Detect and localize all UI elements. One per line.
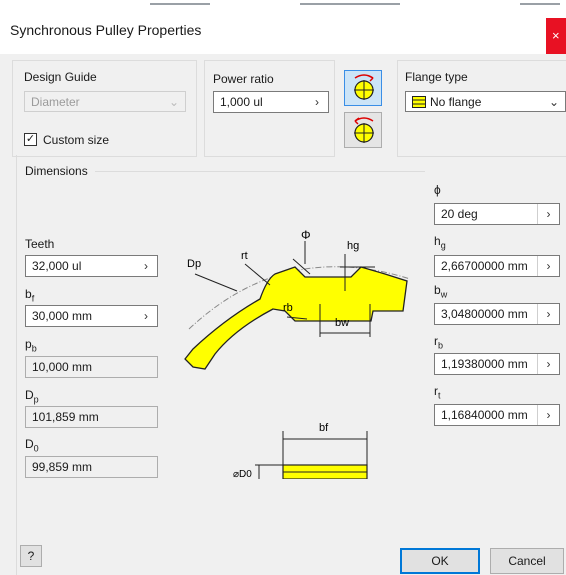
rt-value: 1,16840000 mm: [441, 408, 528, 422]
top-edge: [0, 0, 566, 8]
chevron-right-icon[interactable]: ›: [537, 354, 559, 374]
ok-button[interactable]: OK: [400, 548, 480, 574]
title-bar: Synchronous Pulley Properties ×: [0, 8, 566, 54]
hg-field[interactable]: 2,66700000 mm ›: [434, 255, 560, 277]
power-ratio-field[interactable]: 1,000 ul ›: [213, 91, 329, 113]
chevron-down-icon[interactable]: ⌄: [543, 92, 565, 112]
design-guide-select[interactable]: Diameter ⌄: [24, 91, 186, 112]
pb-field: 10,000 mm: [25, 356, 158, 378]
chevron-right-icon[interactable]: ›: [537, 256, 559, 276]
chevron-right-icon[interactable]: ›: [306, 92, 328, 112]
check-icon: ✓: [25, 133, 36, 145]
pulley-clockwise-icon: [354, 74, 374, 100]
flange-type-value: No flange: [430, 95, 482, 109]
teeth-value: 32,000 ul: [32, 259, 82, 273]
teeth-label: Teeth: [25, 237, 55, 251]
rb-value: 1,19380000 mm: [441, 357, 528, 371]
rb-field[interactable]: 1,19380000 mm ›: [434, 353, 560, 375]
bw-value: 3,04800000 mm: [441, 307, 528, 321]
help-button[interactable]: ?: [20, 545, 42, 567]
phi-label: ϕ: [434, 183, 441, 197]
diagram-label-hg: hg: [347, 240, 359, 252]
dimensions-divider: [16, 155, 17, 575]
hg-label: hg: [434, 234, 446, 251]
power-ratio-value: 1,000 ul: [220, 95, 263, 109]
custom-size-label: Custom size: [43, 133, 110, 147]
dimensions-divider: [95, 171, 425, 172]
d0-value: 99,859 mm: [32, 460, 93, 474]
diagram-label-dp: Dp: [187, 258, 201, 270]
chevron-right-icon[interactable]: ›: [135, 306, 157, 326]
window-title: Synchronous Pulley Properties: [10, 22, 202, 38]
pb-label: pb: [25, 337, 37, 354]
pulley-tooth-diagram: bw hg Φ Dp rt rb bf ⌀D0: [184, 228, 411, 479]
top-edge-mark: [300, 3, 400, 5]
top-edge-mark: [150, 3, 210, 5]
rotation-counterclockwise-button[interactable]: [344, 112, 382, 148]
help-icon: ?: [27, 549, 35, 563]
teeth-field[interactable]: 32,000 ul ›: [25, 255, 158, 277]
bw-field[interactable]: 3,04800000 mm ›: [434, 303, 560, 325]
pb-value: 10,000 mm: [32, 360, 93, 374]
custom-size-checkbox[interactable]: ✓: [24, 133, 37, 146]
diagram-label-phi: Φ: [301, 228, 311, 242]
cancel-button[interactable]: Cancel: [490, 548, 564, 574]
close-button[interactable]: ×: [546, 18, 566, 54]
flange-type-select[interactable]: No flange ⌄: [405, 91, 566, 112]
design-guide-group: Design Guide Diameter ⌄ ✓ Custom size: [12, 60, 197, 157]
close-icon: ×: [552, 28, 560, 43]
diagram-label-rb: rb: [283, 302, 293, 314]
flange-type-label: Flange type: [405, 70, 468, 84]
power-ratio-group: Power ratio 1,000 ul ›: [204, 60, 335, 157]
design-guide-label: Design Guide: [24, 70, 97, 84]
bf-label: bf: [25, 287, 35, 304]
dimensions-label: Dimensions: [25, 164, 88, 178]
dp-field: 101,859 mm: [25, 406, 158, 428]
d0-field: 99,859 mm: [25, 456, 158, 478]
d0-label: D0: [25, 437, 39, 454]
chevron-down-icon: ⌄: [168, 95, 180, 109]
chevron-right-icon[interactable]: ›: [537, 304, 559, 324]
rt-field[interactable]: 1,16840000 mm ›: [434, 404, 560, 426]
diagram-label-rt: rt: [241, 250, 248, 262]
rb-label: rb: [434, 334, 444, 351]
rt-label: rt: [434, 384, 441, 401]
flange-type-group: Flange type No flange ⌄: [397, 60, 566, 157]
phi-value: 20 deg: [441, 207, 478, 221]
flange-icon: [412, 96, 426, 108]
bf-field[interactable]: 30,000 mm ›: [25, 305, 158, 327]
top-edge-mark: [520, 3, 560, 5]
rotation-clockwise-button[interactable]: [344, 70, 382, 106]
diagram-label-d0: ⌀D0: [233, 469, 252, 479]
phi-field[interactable]: 20 deg ›: [434, 203, 560, 225]
chevron-right-icon[interactable]: ›: [537, 405, 559, 425]
pulley-counterclockwise-icon: [354, 117, 374, 143]
bw-label: bw: [434, 283, 448, 300]
dp-value: 101,859 mm: [32, 410, 99, 424]
chevron-right-icon[interactable]: ›: [135, 256, 157, 276]
diagram-label-bw: bw: [335, 317, 349, 329]
dialog-body: Design Guide Diameter ⌄ ✓ Custom size Po…: [0, 54, 566, 575]
hg-value: 2,66700000 mm: [441, 259, 528, 273]
diagram-label-bf: bf: [319, 422, 329, 434]
power-ratio-label: Power ratio: [213, 72, 274, 86]
chevron-right-icon[interactable]: ›: [537, 204, 559, 224]
dp-label: Dp: [25, 388, 39, 405]
design-guide-value: Diameter: [31, 95, 80, 109]
bf-value: 30,000 mm: [32, 309, 93, 323]
